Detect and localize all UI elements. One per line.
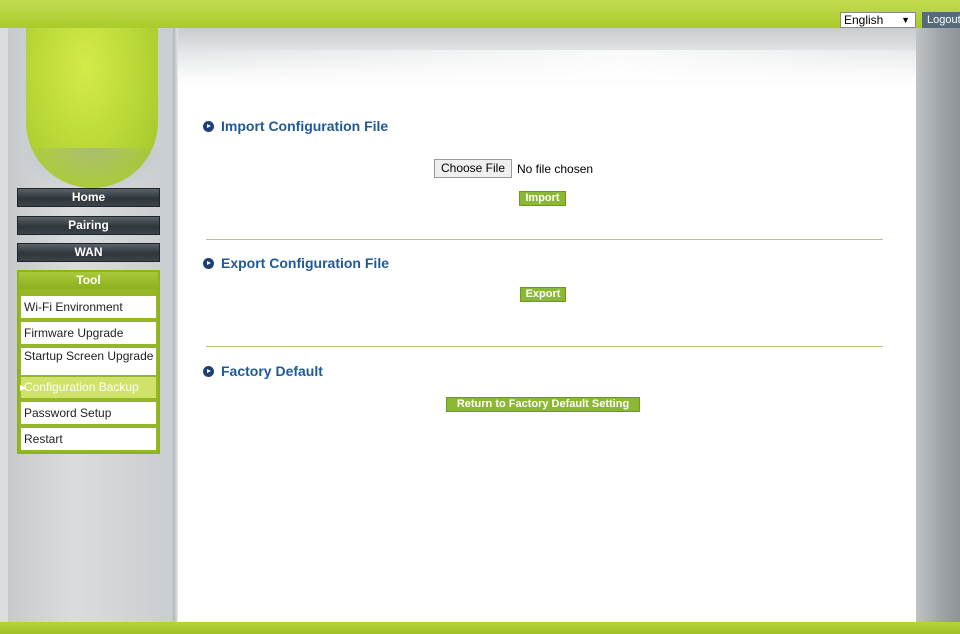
export-button[interactable]: Export: [520, 287, 566, 302]
main-content: Import Configuration File Choose File No…: [178, 28, 916, 622]
menu-item-startup-screen-upgrade[interactable]: Startup Screen Upgrade: [21, 348, 156, 375]
divider: [206, 239, 883, 240]
logout-button[interactable]: Logout: [922, 12, 960, 28]
factory-title-text: Factory Default: [221, 363, 323, 379]
nav-wan[interactable]: WAN: [17, 243, 160, 262]
nav-tool[interactable]: Tool: [19, 272, 158, 289]
import-section-title: Import Configuration File: [203, 118, 388, 134]
menu-item-firmware-upgrade[interactable]: Firmware Upgrade: [21, 322, 156, 344]
factory-section-title: Factory Default: [203, 363, 323, 379]
import-button[interactable]: Import: [519, 191, 566, 206]
export-title-text: Export Configuration File: [221, 255, 389, 271]
import-title-text: Import Configuration File: [221, 118, 389, 134]
menu-item-restart[interactable]: Restart: [21, 428, 156, 450]
top-bar: English ▼ Logout: [0, 0, 960, 28]
menu-item-label: Configuration Backup: [24, 380, 139, 394]
chevron-down-icon: ▼: [901, 15, 910, 25]
language-select[interactable]: English ▼: [840, 12, 916, 28]
right-decoration: [916, 28, 960, 622]
bullet-arrow-icon: [203, 121, 214, 132]
file-status-text: No file chosen: [517, 162, 594, 176]
factory-default-button[interactable]: Return to Factory Default Setting: [446, 397, 640, 412]
divider: [206, 346, 883, 347]
menu-item-password-setup[interactable]: Password Setup: [21, 402, 156, 424]
menu-item-configuration-backup[interactable]: ▶ Configuration Backup: [20, 377, 156, 398]
choose-file-button[interactable]: Choose File: [434, 159, 512, 178]
content-header: [178, 28, 916, 88]
export-section-title: Export Configuration File: [203, 255, 389, 271]
bottom-bar: [0, 622, 960, 634]
menu-item-wifi-environment[interactable]: Wi-Fi Environment: [21, 296, 156, 318]
nav-home[interactable]: Home: [17, 188, 160, 207]
nav-pairing[interactable]: Pairing: [17, 216, 160, 235]
bullet-arrow-icon: [203, 366, 214, 377]
language-value: English: [844, 13, 884, 27]
bullet-arrow-icon: [203, 258, 214, 269]
header-shine: [178, 50, 916, 80]
tool-menu: Tool Wi-Fi Environment Firmware Upgrade …: [17, 270, 160, 454]
arrow-right-icon: ▶: [20, 383, 27, 392]
